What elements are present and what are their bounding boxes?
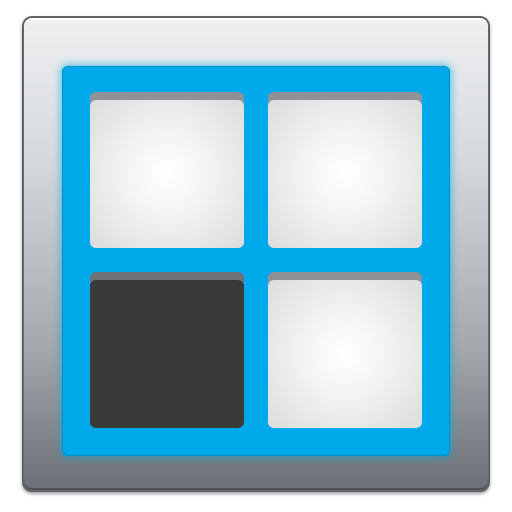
tile-face bbox=[90, 100, 244, 248]
tile-face bbox=[268, 100, 422, 248]
icon-canvas bbox=[0, 0, 512, 512]
tile-top-left bbox=[90, 92, 244, 248]
tile-bottom-left bbox=[90, 272, 244, 428]
tile-bottom-right bbox=[268, 272, 422, 428]
tile-face bbox=[268, 280, 422, 428]
tile-face bbox=[90, 280, 244, 428]
tile-top-right bbox=[268, 92, 422, 248]
